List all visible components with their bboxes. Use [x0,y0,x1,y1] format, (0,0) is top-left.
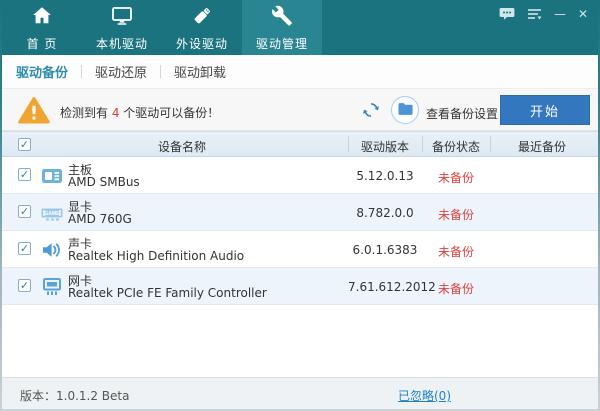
ignored-link[interactable]: 已忽略(0) [398,387,451,404]
menu-icon[interactable] [527,8,542,21]
table-row[interactable]: ✓ 声卡 Realtek High Definition Audio 6.0.1… [2,231,598,268]
header-device-name: 设备名称 [62,138,302,155]
usb-icon [190,4,214,32]
status-bar: 版本：1.0.1.2 Beta 已忽略(0) [2,377,598,409]
refresh-icon[interactable] [362,101,380,119]
app-content: 首 页 本机驱动 外设驱动 驱动管理 [2,0,598,409]
driver-version: 6.0.1.6383 [348,243,422,257]
close-icon[interactable]: ✕ [578,7,588,21]
wrench-icon [270,4,294,32]
row-checkbox[interactable]: ✓ [18,242,31,255]
subtab-driver-restore[interactable]: 驱动还原 [82,62,160,81]
device-name: Realtek PCIe FE Family Controller [68,286,267,300]
app-window: 首 页 本机驱动 外设驱动 驱动管理 [0,0,600,411]
device-name: AMD SMBus [68,175,140,189]
driver-version: 5.12.0.13 [348,169,422,183]
backup-status: 未备份 [422,243,490,260]
notice-text: 检测到有 4 个驱动可以备份！ [60,104,219,121]
subtab-driver-backup[interactable]: 驱动备份 [14,62,81,81]
minimize-icon[interactable]: — [554,7,566,21]
speaker-icon [40,238,64,265]
nav-tab-local-drivers[interactable]: 本机驱动 [82,0,162,55]
row-checkbox[interactable]: ✓ [18,168,31,181]
motherboard-icon [40,164,64,191]
backup-settings-label[interactable]: 查看备份设置 [426,105,498,122]
notice-bar: 检测到有 4 个驱动可以备份！ 查看备份设置 开始 [2,88,598,131]
select-all-checkbox[interactable]: ✓ [18,138,31,151]
nav-tab-label: 驱动管理 [256,35,308,52]
app-version: 版本：1.0.1.2 Beta [20,387,129,404]
home-icon [30,4,54,32]
device-name: AMD 760G [68,212,132,226]
gpu-icon: GAME [40,201,64,228]
header-backup-status: 备份状态 [422,138,490,155]
device-name: Realtek High Definition Audio [68,249,244,263]
network-icon [40,275,64,302]
svg-text:GAME: GAME [45,211,61,217]
monitor-icon [110,4,134,32]
table-row[interactable]: ✓ 主板 AMD SMBus 5.12.0.13 未备份 [2,157,598,194]
nav-tab-label: 本机驱动 [96,35,148,52]
table-row[interactable]: ✓ 网卡 Realtek PCIe FE Family Controller 7… [2,268,598,305]
subtab-bar: 驱动备份 驱动还原 驱动卸载 [2,55,598,88]
nav-tab-label: 首 页 [27,35,58,52]
header-driver-version: 驱动版本 [348,138,422,155]
table-header: ✓ 设备名称 驱动版本 备份状态 最近备份 [2,131,598,157]
folder-icon [397,101,414,120]
feedback-icon[interactable] [499,7,515,21]
main-nav: 首 页 本机驱动 外设驱动 驱动管理 [2,0,598,55]
header-last-backup: 最近备份 [490,138,594,155]
nav-tab-driver-management[interactable]: 驱动管理 [242,0,322,55]
driver-version: 8.782.0.0 [348,206,422,220]
backup-status: 未备份 [422,206,490,223]
table-row[interactable]: ✓ GAME 显卡 AMD 760G 8.782.0.0 未备份 [2,194,598,231]
nav-tab-peripheral-drivers[interactable]: 外设驱动 [162,0,242,55]
warning-icon [18,96,50,129]
window-controls: — ✕ [499,7,588,21]
nav-tab-home[interactable]: 首 页 [2,0,82,55]
driver-version: 7.61.612.2012 [348,280,422,294]
subtab-driver-uninstall[interactable]: 驱动卸载 [161,62,239,81]
backup-settings-button[interactable] [391,96,419,124]
backup-status: 未备份 [422,169,490,186]
nav-tab-label: 外设驱动 [176,35,228,52]
backup-status: 未备份 [422,280,490,297]
row-checkbox[interactable]: ✓ [18,279,31,292]
row-checkbox[interactable]: ✓ [18,205,31,218]
start-button[interactable]: 开始 [500,95,590,125]
